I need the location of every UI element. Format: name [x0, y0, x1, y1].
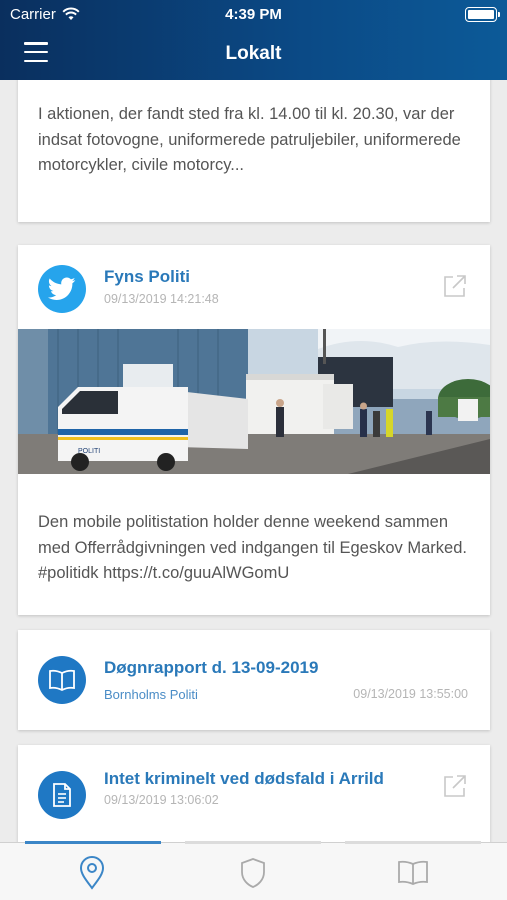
location-pin-icon: [79, 856, 105, 890]
tab-indicator: [345, 841, 481, 844]
news-feed[interactable]: I aktionen, der fandt sted fra kl. 14.00…: [0, 80, 507, 842]
menu-button[interactable]: [24, 42, 48, 62]
van-label: POLITI: [78, 448, 100, 455]
source-avatar: [38, 771, 86, 819]
news-timestamp: 09/13/2019 13:55:00: [353, 687, 468, 701]
tweet-photo[interactable]: POLITI: [18, 329, 490, 474]
nav-bar: Lokalt: [0, 28, 507, 80]
tweet-timestamp: 09/13/2019 14:21:48: [104, 292, 219, 306]
open-book-icon: [49, 669, 75, 691]
menu-icon-bar: [24, 50, 48, 54]
tab-indicator: [185, 841, 321, 844]
tweet-card[interactable]: Fyns Politi 09/13/2019 14:21:48 POLITI D…: [18, 245, 490, 615]
wifi-icon: [62, 7, 80, 20]
external-link-icon[interactable]: [442, 273, 468, 299]
news-card[interactable]: Døgnrapport d. 13-09-2019 Bornholms Poli…: [18, 630, 490, 730]
tab-bar: [0, 841, 507, 900]
menu-icon-bar: [24, 59, 48, 62]
menu-icon-bar: [24, 42, 48, 45]
news-timestamp: 09/13/2019 13:06:02: [104, 793, 219, 807]
status-bar: Carrier 4:39 PM: [0, 0, 507, 28]
news-card[interactable]: I aktionen, der fandt sted fra kl. 14.00…: [18, 80, 490, 222]
tab-indicator-active: [25, 841, 161, 844]
twitter-bird-icon: [48, 277, 76, 300]
news-title[interactable]: Døgnrapport d. 13-09-2019: [104, 658, 318, 678]
twitter-avatar: [38, 265, 86, 313]
carrier-label: Carrier: [10, 5, 56, 23]
source-avatar: [38, 656, 86, 704]
news-title[interactable]: Intet kriminelt ved dødsfald i Arrild: [104, 769, 384, 789]
card-body: I aktionen, der fandt sted fra kl. 14.00…: [38, 105, 461, 174]
document-icon: [53, 783, 71, 807]
external-link-icon[interactable]: [442, 773, 468, 799]
tweet-body: Den mobile politistation holder denne we…: [38, 513, 467, 582]
page-title: Lokalt: [225, 43, 282, 64]
news-card[interactable]: Intet kriminelt ved dødsfald i Arrild 09…: [18, 745, 490, 842]
tweet-author[interactable]: Fyns Politi: [104, 267, 190, 287]
tab-local[interactable]: [72, 855, 112, 891]
app-header: Carrier 4:39 PM Lokalt: [0, 0, 507, 80]
battery-icon: [465, 6, 500, 22]
tab-guide[interactable]: [393, 855, 433, 891]
book-icon: [398, 860, 428, 885]
shield-icon: [241, 858, 265, 888]
news-source: Bornholms Politi: [104, 687, 198, 702]
tab-police[interactable]: [233, 855, 273, 891]
